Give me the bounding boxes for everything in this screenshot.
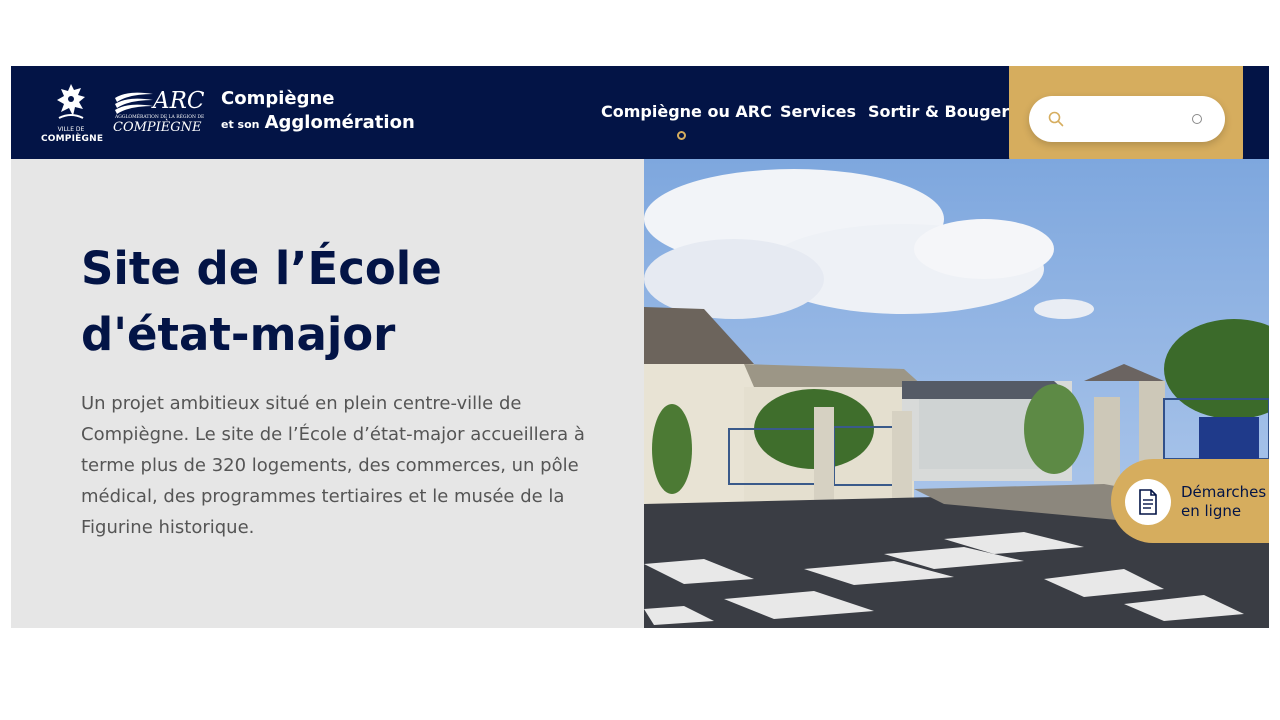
arc-logo[interactable]: ARC AGGLOMÉRATION DE LA RÉGION DE COMPIÈ… xyxy=(113,88,209,138)
demarches-en-ligne-button[interactable]: Démarches en ligne xyxy=(1111,459,1269,543)
brand-title[interactable]: Compiègne xyxy=(221,88,335,110)
arc-waves-icon xyxy=(115,92,153,114)
brand-subtitle-big: Agglomération xyxy=(264,112,415,133)
ville-compiegne-logo[interactable]: VILLE DE COMPIÈGNE xyxy=(41,82,104,144)
search-input[interactable] xyxy=(1071,106,1191,132)
demarches-label: Démarches en ligne xyxy=(1181,483,1267,520)
search-box[interactable] xyxy=(1029,96,1225,142)
arc-logo-word: ARC xyxy=(153,88,205,114)
hero-photo xyxy=(644,159,1269,628)
demarches-icon-circle xyxy=(1125,479,1171,525)
nav-item-services[interactable]: Services xyxy=(780,102,856,122)
nav-item-compiegne-ou-arc[interactable]: Compiègne ou ARC xyxy=(601,102,772,122)
page-description: Un projet ambitieux situé en plein centr… xyxy=(81,393,585,538)
search-icon[interactable] xyxy=(1047,110,1065,128)
nav-item-sortir-bouger[interactable]: Sortir & Bouger xyxy=(868,102,1009,122)
brand-subtitle[interactable]: et son Agglomération xyxy=(221,112,415,136)
arc-logo-city: COMPIÈGNE xyxy=(113,120,202,135)
nav-active-indicator xyxy=(677,131,686,140)
search-panel xyxy=(1009,66,1243,173)
page-title: Site de l’École d'état-major xyxy=(81,242,442,361)
ville-logo-small-text: VILLE DE xyxy=(57,126,85,133)
site-header: VILLE DE COMPIÈGNE ARC AGGLOMÉRATION DE … xyxy=(11,66,1269,173)
lion-crest-icon xyxy=(57,84,85,119)
document-icon xyxy=(1139,489,1157,515)
brand-subtitle-small: et son xyxy=(221,118,260,131)
search-clear-icon[interactable] xyxy=(1192,114,1202,124)
ville-logo-big-text: COMPIÈGNE xyxy=(41,134,104,144)
page-frame: VILLE DE COMPIÈGNE ARC AGGLOMÉRATION DE … xyxy=(11,66,1269,628)
